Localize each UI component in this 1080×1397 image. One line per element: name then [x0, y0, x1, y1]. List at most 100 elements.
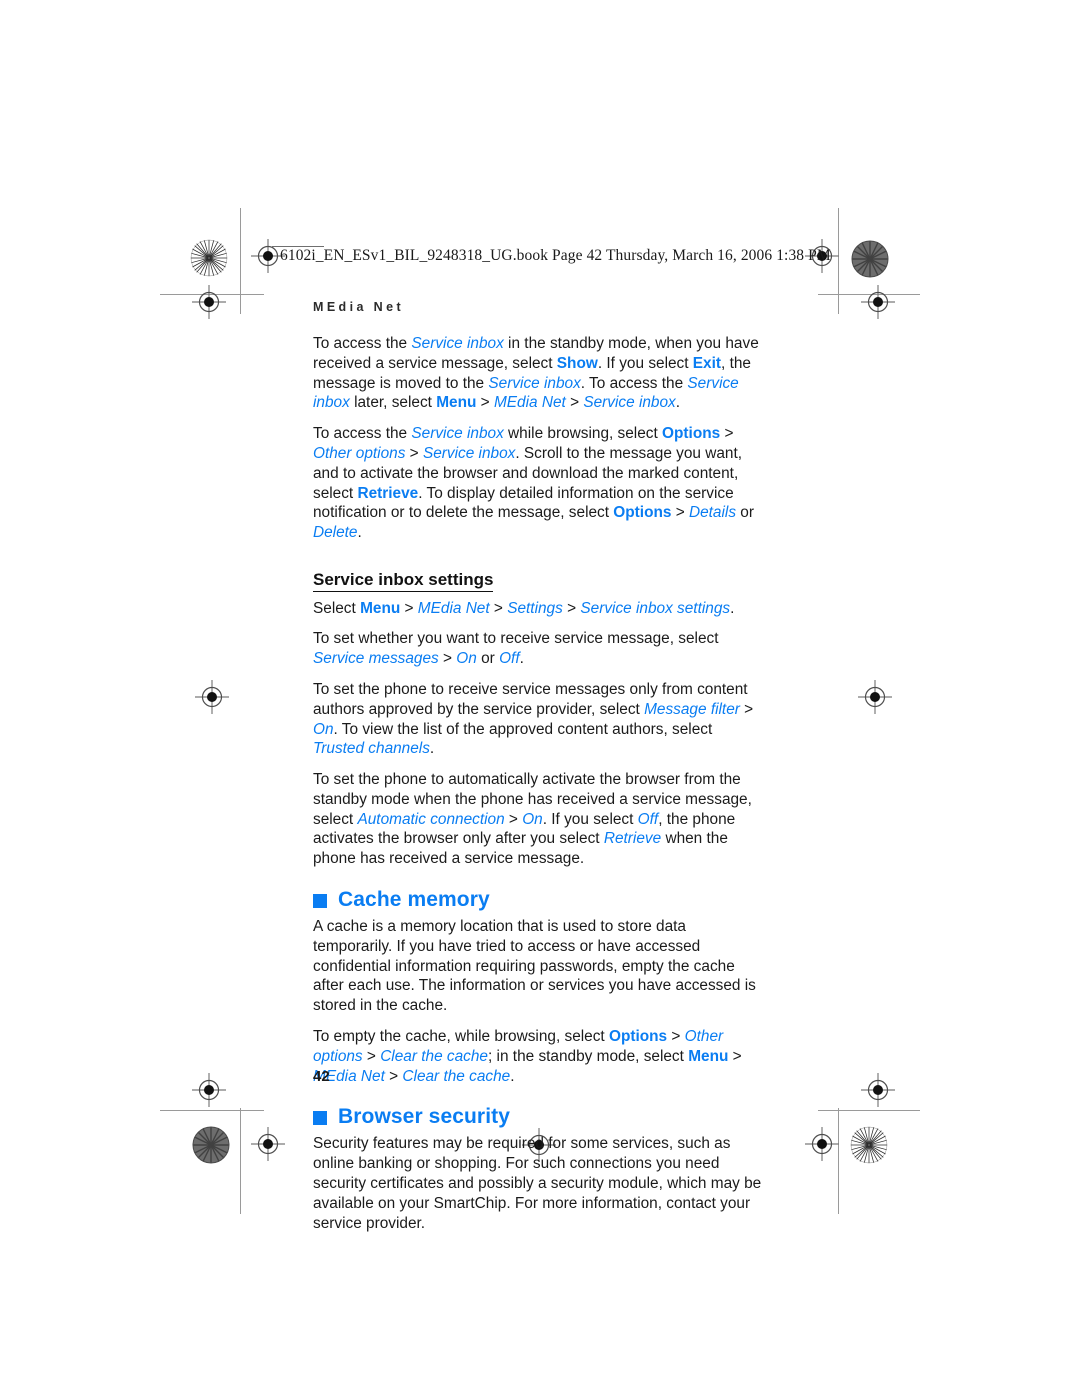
- separator: >: [438, 650, 457, 668]
- ui-term: Off: [499, 650, 520, 668]
- rosette-mark-bottom-left: [192, 1126, 230, 1164]
- section-heading-browser-security: Browser security: [313, 1106, 765, 1127]
- text-run: . To view the list of the approved conte…: [333, 720, 713, 738]
- ui-term: Details: [688, 504, 737, 522]
- ui-command: Menu: [436, 394, 477, 412]
- ui-term: Service inbox: [411, 335, 504, 352]
- ui-command: Menu: [360, 599, 401, 617]
- text-run: To access the: [313, 335, 412, 352]
- text-run: Security features may be required for so…: [313, 1135, 762, 1232]
- separator: >: [728, 1047, 742, 1065]
- text-run: .: [357, 524, 362, 542]
- text-run: . If you select: [542, 810, 638, 828]
- text-run: while browsing, select: [503, 425, 663, 443]
- text-run: later, select: [349, 394, 437, 412]
- ui-term: Service inbox: [411, 425, 504, 443]
- paragraph-service-inbox-access: To access the Service inbox in the stand…: [313, 334, 765, 413]
- ui-term: Delete: [313, 524, 358, 542]
- text-run: To set whether you want to receive servi…: [313, 630, 719, 648]
- text-run: .: [510, 1067, 515, 1085]
- separator: >: [562, 599, 581, 617]
- ui-term: On: [313, 720, 334, 738]
- ui-term: Service messages: [313, 650, 439, 668]
- ui-term: Trusted channels: [313, 740, 430, 758]
- paragraph-settings-path: Select Menu > MEdia Net > Settings > Ser…: [313, 599, 765, 619]
- ui-term: On: [522, 810, 543, 828]
- separator: >: [362, 1047, 381, 1065]
- paragraph-browser-security-description: Security features may be required for so…: [313, 1134, 765, 1233]
- registration-mark-lower-left: [192, 1073, 226, 1107]
- separator: >: [476, 394, 494, 412]
- separator: >: [405, 444, 423, 462]
- file-slug: 6102i_EN_ESv1_BIL_9248318_UG.book Page 4…: [280, 247, 831, 264]
- ui-term: On: [456, 650, 477, 668]
- text-run: .: [675, 394, 681, 412]
- paragraph-service-messages: To set whether you want to receive servi…: [313, 629, 765, 669]
- rosette-mark-bottom-right: [850, 1126, 888, 1164]
- registration-mark-bottom-right: [805, 1127, 839, 1161]
- text-run: A cache is a memory location that is use…: [313, 918, 756, 1015]
- ui-command: Options: [662, 425, 721, 443]
- trim-rule-bottom-right-horizontal: [818, 1110, 920, 1111]
- trim-rule-bottom-left-vertical: [240, 1108, 241, 1214]
- separator: >: [565, 394, 584, 412]
- text-run: To empty the cache, while browsing, sele…: [313, 1028, 609, 1046]
- separator: >: [739, 700, 754, 718]
- text-run: or: [476, 650, 500, 668]
- paragraph-service-inbox-browsing: To access the Service inbox while browsi…: [313, 424, 765, 543]
- registration-mark-bottom-left: [251, 1127, 285, 1161]
- text-run: .: [730, 599, 735, 617]
- trim-rule-left-vertical: [240, 208, 241, 314]
- ui-command: Menu: [688, 1047, 729, 1065]
- section-title: Cache memory: [338, 888, 490, 912]
- ui-term: Clear the cache: [380, 1047, 488, 1065]
- subheading-service-inbox-settings-wrap: Service inbox settings: [313, 554, 765, 599]
- ui-term: Settings: [507, 599, 563, 617]
- text-run: . To access the: [580, 374, 688, 392]
- registration-mark-mid-right: [858, 680, 892, 714]
- ui-term: Service inbox: [422, 444, 516, 462]
- registration-mark-lower-right: [861, 1073, 895, 1107]
- paragraph-message-filter: To set the phone to receive service mess…: [313, 680, 765, 759]
- section-heading-cache-memory: Cache memory: [313, 889, 765, 910]
- separator: >: [504, 810, 523, 828]
- ui-term: Clear the cache: [402, 1067, 511, 1085]
- text-run: Select: [313, 599, 361, 617]
- trim-rule-bottom-right-vertical: [838, 1108, 839, 1214]
- ui-term: Automatic connection: [357, 810, 505, 828]
- ui-command: Retrieve: [357, 484, 419, 502]
- registration-mark-upper-right: [861, 285, 895, 319]
- ui-term: MEdia Net: [493, 394, 566, 412]
- separator: >: [384, 1067, 403, 1085]
- square-bullet-icon: [313, 1110, 327, 1125]
- ui-command: Show: [556, 354, 598, 372]
- separator: >: [671, 504, 689, 522]
- ui-term: Service inbox settings: [580, 599, 731, 617]
- ui-command: Options: [613, 504, 672, 522]
- registration-mark-mid-left: [195, 680, 229, 714]
- separator: >: [400, 599, 418, 617]
- ui-term: Other options: [313, 444, 406, 462]
- trim-rule-bottom-left-horizontal: [160, 1110, 264, 1111]
- rosette-mark-top-left: [190, 239, 228, 277]
- paragraph-empty-cache: To empty the cache, while browsing, sele…: [313, 1027, 765, 1086]
- text-run: .: [519, 650, 524, 668]
- ui-command: Options: [608, 1028, 668, 1046]
- subheading-service-inbox-settings: Service inbox settings: [313, 570, 494, 592]
- separator: >: [667, 1028, 685, 1046]
- text-run: To access the: [313, 425, 412, 443]
- running-header: MEdia Net: [313, 300, 405, 314]
- page-number: 42: [313, 1068, 330, 1085]
- text-run: .: [429, 740, 435, 758]
- ui-term: Service inbox: [488, 374, 581, 392]
- paragraph-automatic-connection: To set the phone to automatically activa…: [313, 770, 765, 869]
- text-run: or: [736, 504, 754, 522]
- ui-term: Off: [637, 810, 659, 828]
- ui-term: Retrieve: [603, 830, 662, 848]
- separator: >: [720, 425, 734, 443]
- ui-term: Message filter: [644, 700, 740, 718]
- ui-command: Exit: [692, 354, 722, 372]
- registration-mark-upper-left: [192, 285, 226, 319]
- separator: >: [489, 599, 508, 617]
- rosette-mark-top-right: [851, 240, 889, 278]
